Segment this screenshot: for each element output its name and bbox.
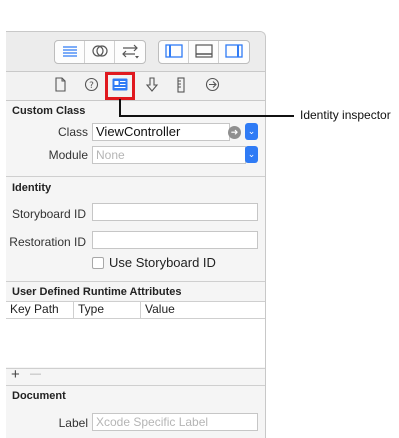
toggle-debug-area-button[interactable] [189, 41, 219, 63]
restoration-id-label: Restoration ID [9, 235, 86, 249]
storyboard-id-label: Storyboard ID [11, 207, 86, 221]
tab-quick-help[interactable]: ? [81, 77, 101, 95]
ruler-icon [176, 76, 186, 96]
panels-group [158, 40, 250, 64]
intersect-circles-icon [91, 44, 109, 61]
standard-editor-button[interactable] [55, 41, 85, 63]
chevron-down-icon: ⌄ [247, 149, 256, 159]
tab-connections-inspector[interactable] [202, 77, 222, 95]
callout-line-horizontal [119, 115, 294, 117]
module-placeholder: None [96, 148, 125, 162]
module-dropdown-button[interactable]: ⌄ [245, 146, 258, 163]
file-icon [54, 77, 66, 95]
right-panel-icon [225, 43, 243, 61]
class-field[interactable]: ViewController [92, 123, 230, 141]
tab-file-inspector[interactable] [50, 77, 70, 95]
document-label-label: Label [58, 416, 88, 430]
version-editor-button[interactable] [115, 41, 145, 63]
module-label: Module [48, 148, 88, 162]
storyboard-id-field[interactable] [92, 203, 258, 221]
callout-label: Identity inspector [300, 108, 391, 122]
editor-mode-group [54, 40, 146, 64]
tab-attributes-inspector[interactable] [142, 76, 162, 96]
document-section: Document Label Xcode Specific Label [6, 385, 265, 438]
module-field[interactable]: None [92, 146, 246, 164]
help-icon: ? [84, 77, 99, 95]
restoration-id-field[interactable] [92, 231, 258, 249]
add-attribute-button[interactable]: + [11, 366, 20, 383]
assistant-editor-button[interactable] [85, 41, 115, 63]
arrow-right-icon: ➜ [230, 127, 239, 137]
identity-section: Identity Storyboard ID Restoration ID Us… [6, 177, 265, 282]
custom-class-title: Custom Class [12, 105, 86, 117]
document-label-placeholder: Xcode Specific Label [96, 415, 209, 429]
align-left-lines-icon [62, 45, 78, 60]
editor-toolbar [6, 32, 265, 71]
runtime-attributes-title: User Defined Runtime Attributes [12, 286, 182, 298]
runtime-attributes-table-header: Key Path Type Value [6, 301, 265, 319]
use-storyboard-id-checkbox[interactable] [92, 257, 104, 269]
tab-size-inspector[interactable] [171, 76, 191, 96]
callout-line-vertical [119, 99, 121, 116]
identity-card-icon [112, 78, 128, 94]
column-header-key-path[interactable]: Key Path [6, 302, 74, 318]
swap-arrows-icon [120, 43, 140, 62]
chevron-down-icon: ⌄ [247, 126, 256, 136]
column-header-type[interactable]: Type [74, 302, 141, 318]
bottom-panel-icon [194, 43, 213, 61]
connections-arrow-icon [205, 77, 220, 95]
inspector-panel: ? Custom Class Class ViewController ➜ ⌄ … [6, 31, 266, 438]
left-panel-icon [164, 43, 183, 61]
remove-attribute-button[interactable]: — [30, 368, 41, 380]
use-storyboard-id-label: Use Storyboard ID [109, 255, 216, 270]
document-title: Document [12, 390, 66, 402]
toggle-utilities-button[interactable] [219, 41, 249, 63]
document-label-field[interactable]: Xcode Specific Label [92, 413, 258, 431]
class-dropdown-button[interactable]: ⌄ [245, 123, 258, 140]
custom-class-section: Custom Class Class ViewController ➜ ⌄ Mo… [6, 101, 265, 177]
attributes-arrow-icon [145, 76, 159, 96]
class-label: Class [57, 125, 88, 139]
svg-text:?: ? [89, 81, 94, 91]
identity-title: Identity [12, 182, 52, 194]
toggle-navigator-button[interactable] [159, 41, 189, 63]
tab-identity-inspector[interactable] [105, 72, 135, 100]
goto-class-button[interactable]: ➜ [228, 126, 241, 139]
runtime-attributes-footer: + — [6, 366, 265, 383]
runtime-attributes-table-body[interactable] [6, 319, 265, 367]
runtime-attributes-section: User Defined Runtime Attributes Key Path… [6, 282, 265, 385]
inspector-tab-bar: ? [6, 72, 265, 101]
column-header-value[interactable]: Value [141, 302, 265, 318]
